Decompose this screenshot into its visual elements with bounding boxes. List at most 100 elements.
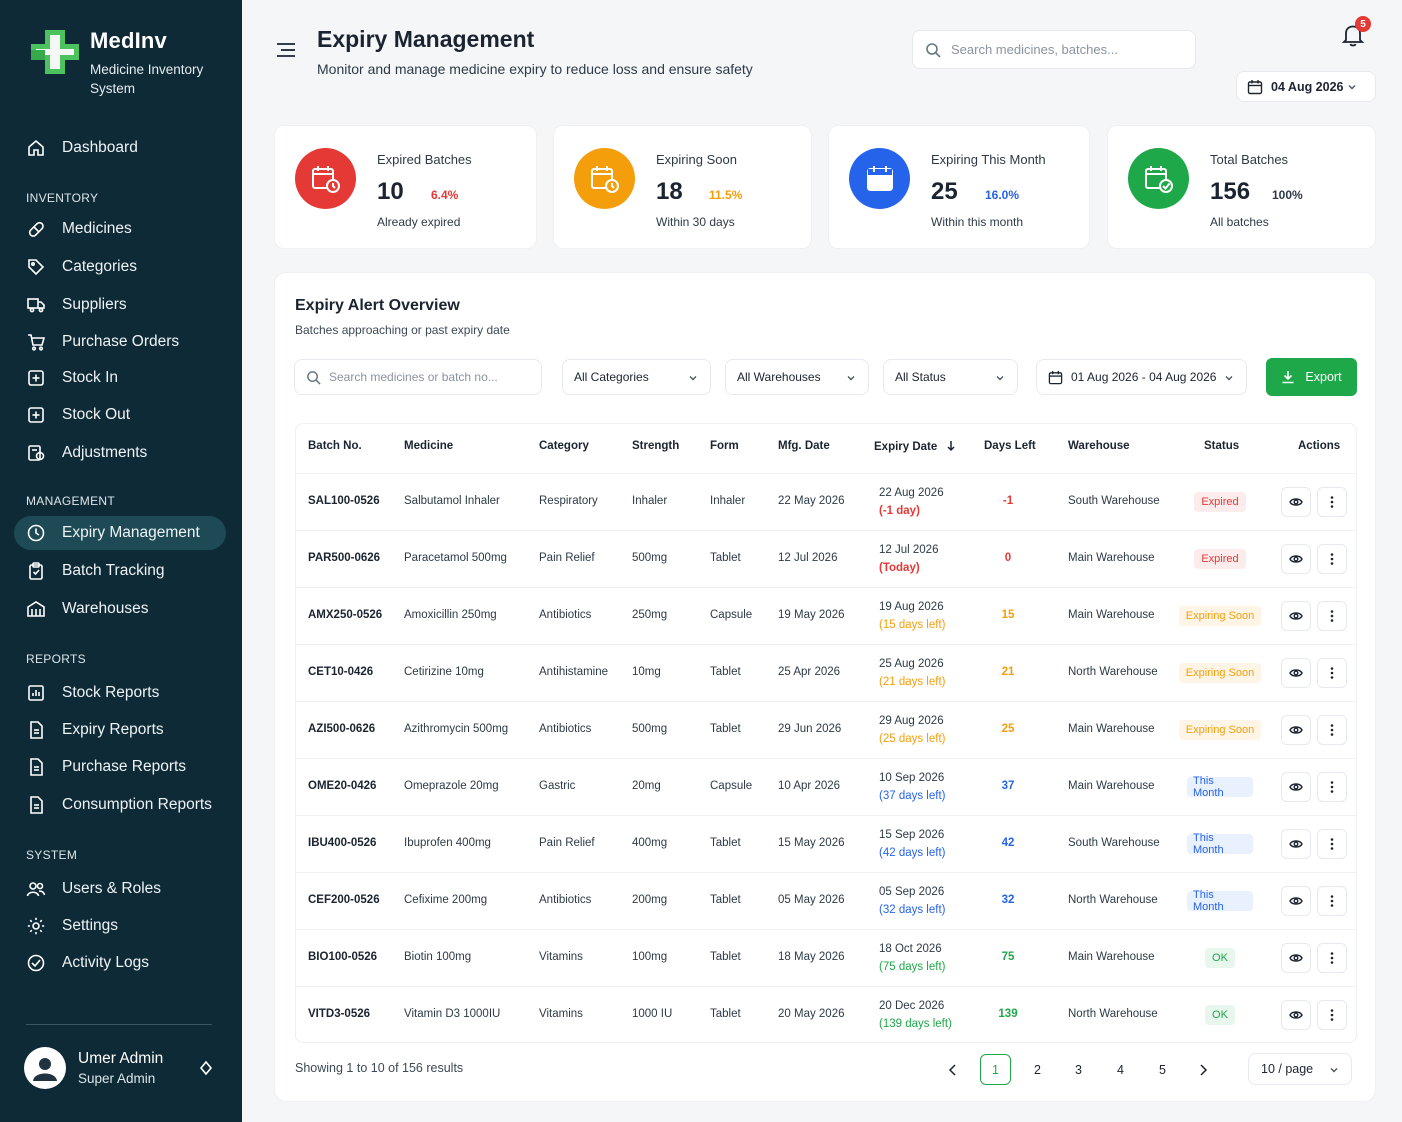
more-actions-button[interactable] <box>1317 715 1347 745</box>
sidebar-item-suppliers[interactable]: Suppliers <box>14 288 226 322</box>
view-button[interactable] <box>1281 1000 1311 1030</box>
sidebar-item-stock-reports[interactable]: Stock Reports <box>14 676 226 710</box>
stat-value: 18 <box>656 178 683 205</box>
more-actions-button[interactable] <box>1317 544 1347 574</box>
view-button[interactable] <box>1281 658 1311 688</box>
column-header[interactable]: Strength <box>632 440 679 452</box>
sidebar-item-expiry-reports[interactable]: Expiry Reports <box>14 713 226 747</box>
more-actions-button[interactable] <box>1317 886 1347 916</box>
table-row[interactable]: PAR500-0626 Paracetamol 500mg Pain Relief 5… <box>296 530 1356 587</box>
more-actions-button[interactable] <box>1317 772 1347 802</box>
clock-icon <box>27 524 45 542</box>
sidebar-item-dashboard[interactable]: Dashboard <box>14 131 226 165</box>
column-header[interactable]: Days Left <box>984 440 1036 452</box>
sidebar-item-batch-tracking[interactable]: Batch Tracking <box>14 554 226 588</box>
page-button-3[interactable]: 3 <box>1063 1054 1094 1085</box>
expiry-date: 18 Oct 2026 <box>879 943 942 955</box>
view-button[interactable] <box>1281 772 1311 802</box>
table-row[interactable]: OME20-0426 Omeprazole 20mg Gastric 20mg Caps… <box>296 758 1356 815</box>
sidebar-item-warehouses[interactable]: Warehouses <box>14 592 226 626</box>
table-row[interactable]: BIO100-0526 Biotin 100mg Vitamins 100mg Tabl… <box>296 929 1356 986</box>
expiry-date-cell: 12 Jul 2026 (Today) <box>879 541 938 577</box>
table-row[interactable]: AZI500-0626 Azithromycin 500mg Antibiotics… <box>296 701 1356 758</box>
sort-down-icon <box>947 441 956 452</box>
export-button[interactable]: Export <box>1266 358 1357 396</box>
more-actions-button[interactable] <box>1317 1000 1347 1030</box>
sidebar-divider <box>26 1024 212 1025</box>
view-button[interactable] <box>1281 943 1311 973</box>
prev-page-button[interactable] <box>937 1054 968 1085</box>
view-button[interactable] <box>1281 715 1311 745</box>
sidebar-item-adjustments[interactable]: Adjustments <box>14 436 226 470</box>
view-button[interactable] <box>1281 601 1311 631</box>
column-header[interactable]: Mfg. Date <box>778 440 830 452</box>
column-header[interactable]: Medicine <box>404 440 453 452</box>
sidebar-item-activity-logs[interactable]: Activity Logs <box>14 946 226 980</box>
status-badge: Expiring Soon <box>1179 720 1261 740</box>
view-button[interactable] <box>1281 544 1311 574</box>
page-button-1[interactable]: 1 <box>980 1054 1011 1085</box>
date-range-picker[interactable]: 01 Aug 2026 - 04 Aug 2026 <box>1036 359 1247 395</box>
table-search-input[interactable]: Search medicines or batch no... <box>294 359 542 395</box>
table-row[interactable]: AMX250-0526 Amoxicillin 250mg Antibiotics 2… <box>296 587 1356 644</box>
global-search-input[interactable]: Search medicines, batches... <box>912 30 1196 69</box>
chevron-down-icon <box>689 376 697 381</box>
page-button-2[interactable]: 2 <box>1022 1054 1053 1085</box>
column-header[interactable]: Batch No. <box>308 440 362 452</box>
table-row[interactable]: IBU400-0526 Ibuprofen 400mg Pain Relief 400… <box>296 815 1356 872</box>
form-cell: Tablet <box>710 1008 741 1020</box>
expiry-note: (21 days left) <box>879 676 946 688</box>
page-button-5[interactable]: 5 <box>1147 1054 1178 1085</box>
sidebar-item-categories[interactable]: Categories <box>14 250 226 284</box>
date-picker[interactable]: 04 Aug 2026 <box>1236 71 1376 102</box>
status-select[interactable]: All Status <box>883 359 1018 395</box>
sidebar-item-purchase-orders[interactable]: Purchase Orders <box>14 325 226 359</box>
expiry-note: (37 days left) <box>879 790 946 802</box>
sidebar-item-label: Stock In <box>62 369 118 386</box>
more-actions-button[interactable] <box>1317 658 1347 688</box>
more-actions-button[interactable] <box>1317 829 1347 859</box>
column-header[interactable]: Category <box>539 440 589 452</box>
next-page-button[interactable] <box>1187 1054 1218 1085</box>
column-header[interactable]: Status <box>1204 440 1239 452</box>
stat-card-expiring-soon[interactable]: Expiring Soon 18 11.5% Within 30 days <box>553 125 812 249</box>
table-row[interactable]: CET10-0426 Cetirizine 10mg Antihistamine 10… <box>296 644 1356 701</box>
more-actions-button[interactable] <box>1317 943 1347 973</box>
category-cell: Antibiotics <box>539 723 592 735</box>
page-button-4[interactable]: 4 <box>1105 1054 1136 1085</box>
sidebar-item-consumption-reports[interactable]: Consumption Reports <box>14 788 226 822</box>
view-button[interactable] <box>1281 487 1311 517</box>
column-header[interactable]: Form <box>710 440 739 452</box>
user-profile[interactable]: Umer Admin Super Admin <box>24 1046 220 1090</box>
expiry-note: (15 days left) <box>879 619 946 631</box>
sidebar-item-purchase-reports[interactable]: Purchase Reports <box>14 750 226 784</box>
stat-card-total[interactable]: Total Batches 156 100% All batches <box>1107 125 1376 249</box>
chevron-updown-icon[interactable] <box>198 1060 214 1076</box>
more-actions-button[interactable] <box>1317 487 1347 517</box>
table-row[interactable]: VITD3-0526 Vitamin D3 1000IU Vitamins 1000 … <box>296 986 1356 1043</box>
view-button[interactable] <box>1281 829 1311 859</box>
table-row[interactable]: SAL100-0526 Salbutamol Inhaler Respiratory… <box>296 473 1356 530</box>
per-page-select[interactable]: 10 / page <box>1248 1053 1352 1085</box>
sidebar-item-expiry-management[interactable]: Expiry Management <box>14 516 226 550</box>
sidebar-item-users-roles[interactable]: Users & Roles <box>14 872 226 906</box>
sidebar-item-stock-in[interactable]: Stock In <box>14 361 226 395</box>
table-row[interactable]: CEF200-0526 Cefixime 200mg Antibiotics 200m… <box>296 872 1356 929</box>
sidebar-item-label: Stock Out <box>62 406 131 423</box>
category-select[interactable]: All Categories <box>562 359 711 395</box>
warehouse-select[interactable]: All Warehouses <box>725 359 869 395</box>
stat-card-expired[interactable]: Expired Batches 10 6.4% Already expired <box>274 125 537 249</box>
strength-cell: 200mg <box>632 894 668 906</box>
chevron-down-icon <box>847 376 855 381</box>
batch-no-cell: VITD3-0526 <box>308 1008 371 1020</box>
more-actions-button[interactable] <box>1317 601 1347 631</box>
view-button[interactable] <box>1281 886 1311 916</box>
sidebar-item-medicines[interactable]: Medicines <box>14 212 226 246</box>
sidebar-item-settings[interactable]: Settings <box>14 909 226 943</box>
column-header[interactable]: Warehouse <box>1068 440 1130 452</box>
sidebar-item-stock-out[interactable]: Stock Out <box>14 398 226 432</box>
column-header-expiry-sort[interactable]: Expiry Date <box>874 440 956 453</box>
stat-card-this-month[interactable]: Expiring This Month 25 16.0% Within this… <box>828 125 1090 249</box>
menu-toggle-icon[interactable] <box>276 42 296 58</box>
sidebar-item-label: Expiry Reports <box>62 721 164 738</box>
